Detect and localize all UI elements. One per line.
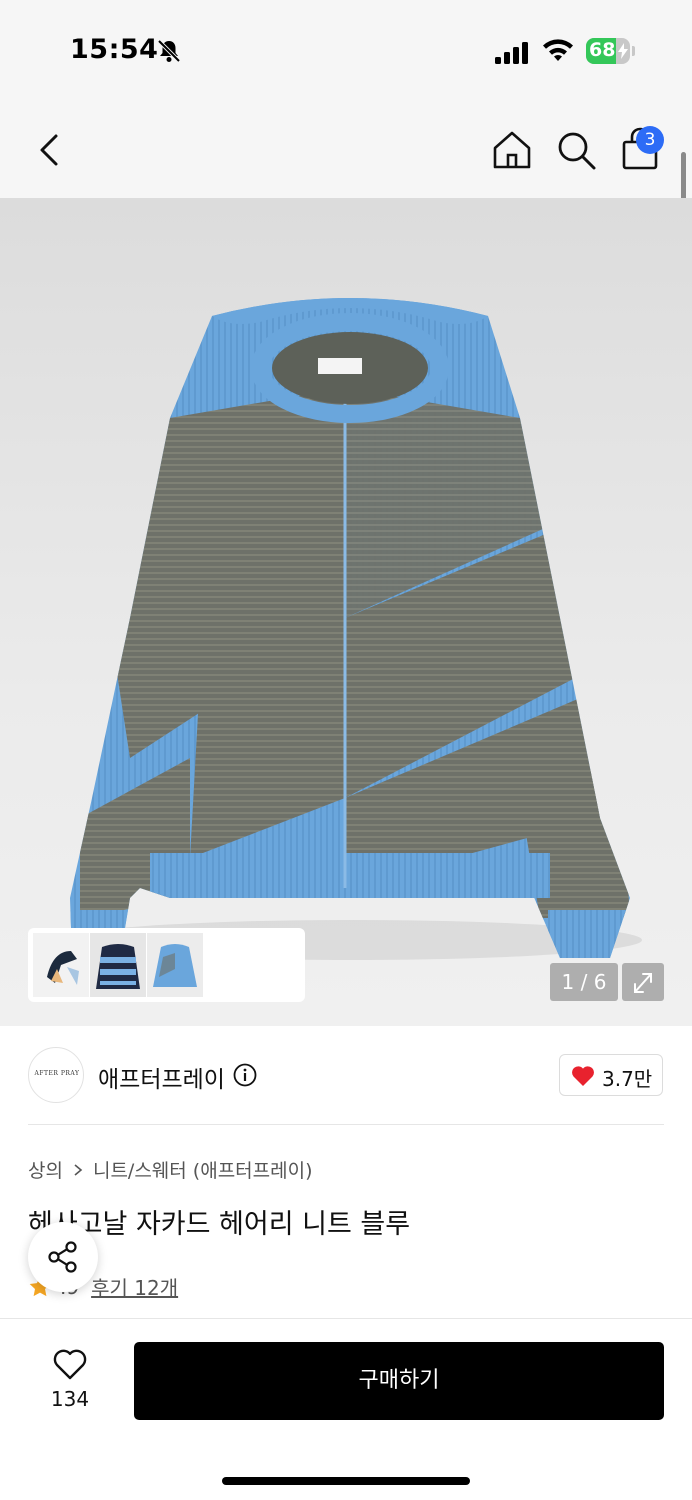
cart-count-badge: 3	[636, 126, 664, 154]
thumbnail-3[interactable]	[147, 933, 203, 997]
share-icon	[48, 1241, 77, 1273]
thumbnail-strip	[28, 928, 305, 1002]
wifi-icon	[543, 39, 573, 61]
status-bar: 15:54 68	[0, 0, 692, 100]
expand-icon[interactable]	[622, 963, 664, 1001]
thumbnail-1[interactable]	[33, 933, 89, 997]
info-icon[interactable]	[233, 1063, 257, 1087]
thumbnail-2[interactable]	[90, 933, 146, 997]
brand-like-button[interactable]: 3.7만	[559, 1054, 663, 1096]
brand-logo-text: AFTER PRAY	[34, 1070, 80, 1077]
app-header	[0, 100, 692, 198]
divider	[28, 1124, 664, 1125]
sweater-image	[62, 298, 642, 960]
share-button[interactable]	[28, 1222, 98, 1292]
breadcrumb-category[interactable]: 상의	[28, 1156, 63, 1183]
product-image-gallery[interactable]: 1 / 6	[0, 198, 692, 1026]
battery-percent: 68	[589, 39, 616, 61]
brand-name[interactable]: 애프터프레이	[98, 1060, 225, 1094]
bell-slash-icon	[157, 39, 181, 63]
home-icon[interactable]	[490, 128, 534, 172]
wishlist-count: 134	[50, 1387, 90, 1411]
home-indicator	[222, 1477, 470, 1485]
charging-bolt-icon	[618, 43, 628, 59]
brand-logo[interactable]: AFTER PRAY	[28, 1047, 84, 1103]
battery-indicator: 68	[586, 38, 635, 64]
status-time: 15:54	[70, 34, 159, 65]
heart-outline-icon	[53, 1349, 87, 1380]
wishlist-button[interactable]: 134	[38, 1347, 102, 1417]
breadcrumb: 상의 니트/스웨터 (애프터프레이)	[28, 1156, 313, 1183]
buy-button[interactable]: 구매하기	[134, 1342, 664, 1420]
bottom-action-bar: 134 구매하기	[0, 1318, 692, 1500]
search-icon[interactable]	[554, 128, 598, 172]
review-count-link[interactable]: 후기 12개	[91, 1272, 178, 1301]
brand-like-count: 3.7만	[602, 1067, 653, 1091]
cellular-signal-icon	[495, 42, 528, 64]
chevron-right-icon	[74, 1163, 83, 1176]
image-page-counter: 1 / 6	[550, 963, 618, 1001]
heart-filled-icon	[572, 1066, 594, 1086]
breadcrumb-subcategory[interactable]: 니트/스웨터 (애프터프레이)	[93, 1156, 313, 1183]
back-button[interactable]	[28, 128, 72, 172]
